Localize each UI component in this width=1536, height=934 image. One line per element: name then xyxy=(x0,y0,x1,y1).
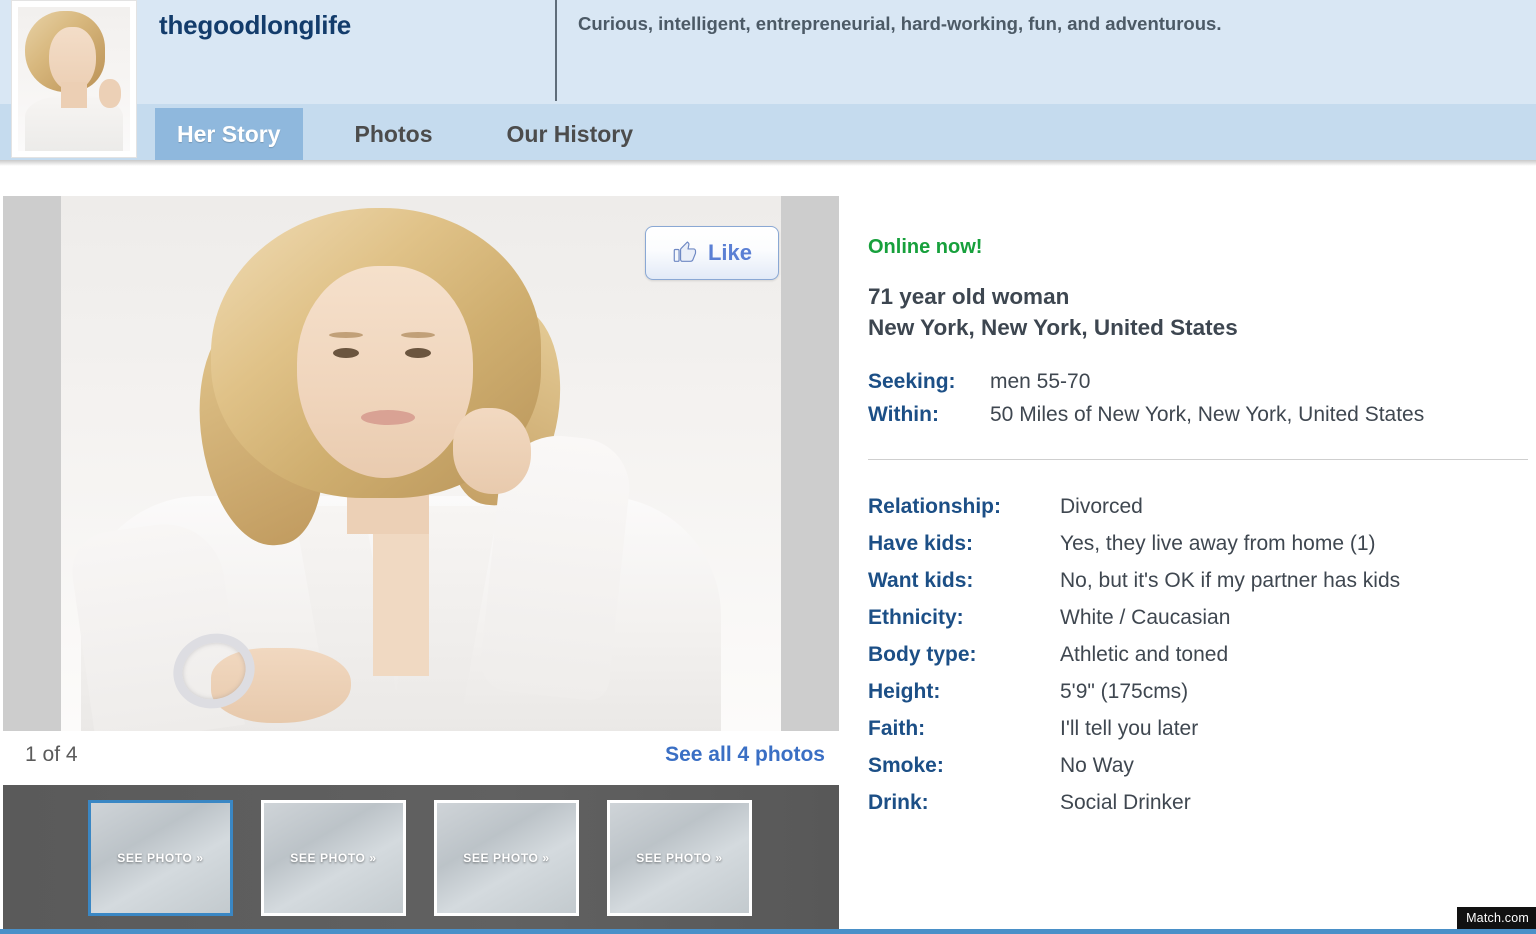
thumbnail-3[interactable]: SEE PHOTO » xyxy=(434,800,579,916)
tab-her-story[interactable]: Her Story xyxy=(155,108,303,160)
attribute-value: Yes, they live away from home (1) xyxy=(1060,532,1376,555)
preference-value: 50 Miles of New York, New York, United S… xyxy=(990,403,1425,426)
thumbnail-1[interactable]: SEE PHOTO » xyxy=(88,800,233,916)
attribute-row: Relationship: Divorced xyxy=(868,488,1528,525)
source-watermark: Match.com xyxy=(1457,907,1536,929)
attribute-value: White / Caucasian xyxy=(1060,606,1231,629)
preference-value: men 55-70 xyxy=(990,370,1091,393)
thumbs-up-icon xyxy=(672,238,698,269)
attribute-row: Drink: Social Drinker xyxy=(868,784,1528,821)
photo-meta-bar: 1 of 4 See all 4 photos xyxy=(3,731,839,785)
attribute-label: Want kids: xyxy=(868,569,974,592)
tab-photos[interactable]: Photos xyxy=(303,108,455,160)
attribute-row: Body type: Athletic and toned xyxy=(868,636,1528,673)
attribute-value: No, but it's OK if my partner has kids xyxy=(1060,569,1401,592)
attribute-label: Height: xyxy=(868,680,941,703)
profile-tabs: Her Story Photos Our History xyxy=(155,108,655,160)
preferences-table: Seeking: men 55-70 Within: 50 Miles of N… xyxy=(868,365,1528,431)
attribute-value: Social Drinker xyxy=(1060,791,1191,814)
see-all-photos-link[interactable]: See all 4 photos xyxy=(665,743,825,767)
header-divider xyxy=(555,0,557,101)
attribute-row: Faith: I'll tell you later xyxy=(868,710,1528,747)
thumbnail-strip: SEE PHOTO » SEE PHOTO » SEE PHOTO » SEE … xyxy=(3,785,839,931)
thumbnail-label: SEE PHOTO » xyxy=(290,851,377,865)
attribute-label: Body type: xyxy=(868,643,977,666)
attribute-label: Drink: xyxy=(868,791,929,814)
profile-details-column: Online now! 71 year old woman New York, … xyxy=(868,196,1528,821)
attribute-label: Smoke: xyxy=(868,754,944,777)
attribute-row: Want kids: No, but it's OK if my partner… xyxy=(868,562,1528,599)
attribute-value: I'll tell you later xyxy=(1060,717,1199,740)
main-photo-stage: Like xyxy=(3,196,839,731)
attribute-label: Ethnicity: xyxy=(868,606,964,629)
attribute-value: Athletic and toned xyxy=(1060,643,1229,666)
thumbnail-label: SEE PHOTO » xyxy=(636,851,723,865)
section-divider xyxy=(868,459,1528,460)
preference-label: Seeking: xyxy=(868,370,956,393)
attribute-label: Have kids: xyxy=(868,532,974,555)
attribute-row: Smoke: No Way xyxy=(868,747,1528,784)
photo-counter: 1 of 4 xyxy=(25,743,78,766)
thumbnail-2[interactable]: SEE PHOTO » xyxy=(261,800,406,916)
attribute-label: Faith: xyxy=(868,717,926,740)
preference-label: Within: xyxy=(868,403,939,426)
attribute-row: Ethnicity: White / Caucasian xyxy=(868,599,1528,636)
tab-our-history[interactable]: Our History xyxy=(455,108,656,160)
header-shadow-edge xyxy=(0,160,1536,166)
age-gender: 71 year old woman xyxy=(868,284,1070,309)
status-badge: Online now! xyxy=(868,236,983,258)
thumbnail-label: SEE PHOTO » xyxy=(463,851,550,865)
profile-tagline: Curious, intelligent, entrepreneurial, h… xyxy=(578,13,1222,34)
avatar-photo-icon xyxy=(18,7,130,151)
thumbnail-label: SEE PHOTO » xyxy=(117,851,204,865)
thumbnail-4[interactable]: SEE PHOTO » xyxy=(607,800,752,916)
preference-row: Within: 50 Miles of New York, New York, … xyxy=(868,398,1528,431)
attribute-value: 5'9" (175cms) xyxy=(1060,680,1189,703)
gallery-column: Like 1 of 4 See all 4 photos SEE PHOTO »… xyxy=(3,196,839,931)
profile-header: thegoodlonglife Curious, intelligent, en… xyxy=(0,0,1536,166)
location: New York, New York, United States xyxy=(868,315,1238,340)
attribute-value: No Way xyxy=(1060,754,1134,777)
preference-row: Seeking: men 55-70 xyxy=(868,365,1528,398)
attribute-row: Have kids: Yes, they live away from home… xyxy=(868,525,1528,562)
attribute-row: Height: 5'9" (175cms) xyxy=(868,673,1528,710)
like-button[interactable]: Like xyxy=(645,226,779,280)
page-title: thegoodlonglife xyxy=(159,10,351,40)
attribute-label: Relationship: xyxy=(868,495,1002,518)
avatar[interactable] xyxy=(11,0,137,158)
attributes-table: Relationship: Divorced Have kids: Yes, t… xyxy=(868,488,1528,821)
attribute-value: Divorced xyxy=(1060,495,1143,518)
footer-rule xyxy=(0,929,1536,934)
profile-headline: 71 year old woman New York, New York, Un… xyxy=(868,281,1528,343)
like-button-label: Like xyxy=(707,240,753,265)
